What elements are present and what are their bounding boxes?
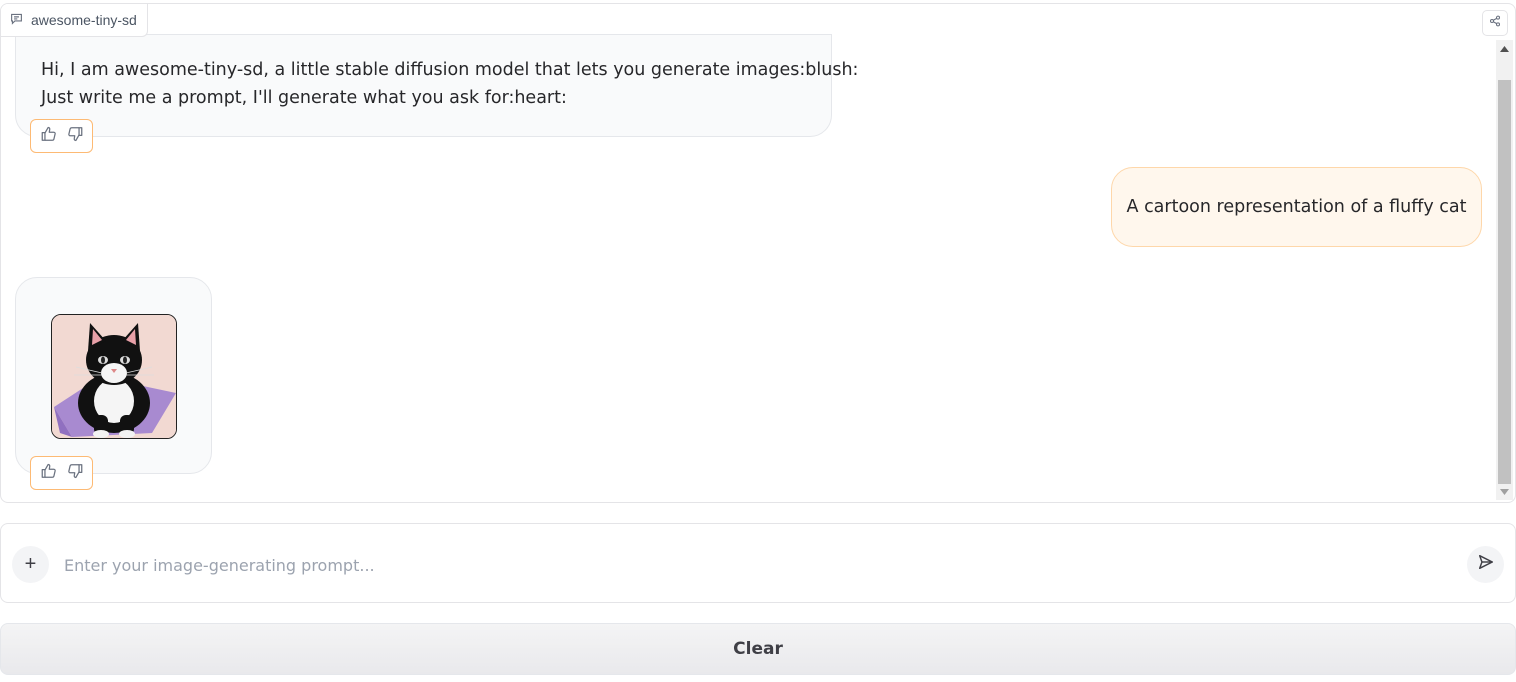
clear-button-label: Clear: [733, 639, 783, 659]
bot-message: Hi, I am awesome-tiny-sd, a little stabl…: [15, 34, 859, 137]
bot-message-line: Just write me a prompt, I'll generate wh…: [41, 88, 567, 108]
prompt-input[interactable]: [64, 551, 1444, 579]
chatbot-panel: awesome-tiny-sd Hi, I am awesome-tiny-sd…: [0, 3, 1516, 503]
prompt-bar: +: [0, 523, 1516, 603]
share-icon: [1489, 14, 1501, 32]
plus-icon: +: [24, 553, 37, 575]
message-feedback: [30, 119, 93, 153]
send-icon: [1477, 553, 1495, 576]
clear-button[interactable]: Clear: [0, 623, 1516, 675]
thumbs-down-icon[interactable]: [66, 125, 84, 148]
bot-message-line: Hi, I am awesome-tiny-sd, a little stabl…: [41, 60, 859, 80]
user-message-text: A cartoon representation of a fluffy cat: [1126, 197, 1467, 217]
chat-scrollbar[interactable]: [1496, 40, 1513, 500]
chatbot-label: awesome-tiny-sd: [1, 4, 148, 37]
send-button[interactable]: [1467, 546, 1504, 583]
scroll-up-arrow-icon[interactable]: [1496, 40, 1513, 57]
generated-cat-image[interactable]: [51, 314, 177, 439]
chatbot-label-text: awesome-tiny-sd: [31, 12, 137, 28]
message-feedback: [30, 456, 93, 490]
thumbs-up-icon[interactable]: [40, 125, 58, 148]
scroll-down-arrow-icon[interactable]: [1496, 483, 1513, 500]
scroll-thumb[interactable]: [1498, 80, 1511, 484]
bot-message: [15, 277, 212, 474]
upload-button[interactable]: +: [12, 546, 49, 583]
thumbs-down-icon[interactable]: [66, 462, 84, 485]
chat-icon: [10, 12, 23, 28]
share-button[interactable]: [1482, 10, 1508, 36]
thumbs-up-icon[interactable]: [40, 462, 58, 485]
user-message: A cartoon representation of a fluffy cat: [1111, 167, 1482, 247]
